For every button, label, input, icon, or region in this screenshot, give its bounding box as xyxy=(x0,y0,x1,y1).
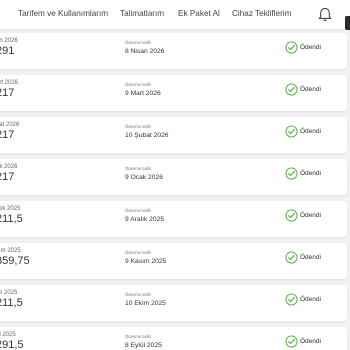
invoice-row[interactable]: bat 2026217 Ödenme tarihi 10 Şubat 2026 Öde… xyxy=(0,117,347,153)
invoice-amount: 211,5 xyxy=(0,297,23,309)
invoice-amount: 211,5 xyxy=(0,213,23,225)
paid-status-label: Ödendi xyxy=(300,128,321,135)
paid-status-label: Ödendi xyxy=(300,170,321,177)
invoice-period: ak 2026 xyxy=(0,164,18,170)
paid-date-value: 8 Eylül 2025 xyxy=(125,342,162,349)
top-navigation: Tarifem ve Kullanımlarım Talimatlarım Ek… xyxy=(0,0,350,30)
paid-date-label: Ödenme tarihi xyxy=(125,166,152,171)
bell-icon[interactable] xyxy=(318,7,332,22)
paid-status-label: Ödendi xyxy=(300,44,321,51)
invoice-row[interactable]: art 2026217 Ödenme tarihi 9 Mart 2026 Ödend… xyxy=(0,75,347,111)
paid-date-value: 8 Nisan 2026 xyxy=(125,48,165,55)
scroll-indicator xyxy=(345,16,350,30)
invoice-amount: 291 xyxy=(0,45,15,57)
paid-status-label: Ödendi xyxy=(300,254,321,261)
paid-date-value: 10 Şubat 2026 xyxy=(125,132,169,139)
paid-date-label: Ödenme tarihi xyxy=(125,82,152,87)
paid-date-value: 9 Mart 2026 xyxy=(125,90,161,97)
paid-date-label: Ödenme tarihi xyxy=(125,124,152,129)
invoice-amount: 359,75 xyxy=(0,255,30,267)
invoice-period: im 2025 xyxy=(0,290,18,296)
invoice-amount: 217 xyxy=(0,87,15,99)
paid-status-label: Ödendi xyxy=(300,296,321,303)
invoice-period: an 2026 xyxy=(0,38,18,44)
invoice-row[interactable]: alık 2025211,5 Ödenme tarihi 9 Aralık 2025… xyxy=(0,201,347,237)
invoice-period: ül 2025 xyxy=(0,332,16,338)
paid-date-value: 9 Ocak 2026 xyxy=(125,174,163,181)
check-circle-icon xyxy=(285,83,298,96)
invoice-period: alık 2025 xyxy=(0,206,21,212)
check-circle-icon xyxy=(285,293,298,306)
check-circle-icon xyxy=(285,125,298,138)
paid-date-value: 10 Ekim 2025 xyxy=(125,300,166,307)
invoice-period: art 2026 xyxy=(0,80,19,86)
nav-item-instructions[interactable]: Talimatlarım xyxy=(120,9,164,18)
check-circle-icon xyxy=(285,167,298,180)
nav-item-extra-package[interactable]: Ek Paket Al xyxy=(178,9,220,18)
paid-date-label: Ödenme tarihi xyxy=(125,334,152,339)
paid-date-label: Ödenme tarihi xyxy=(125,208,152,213)
paid-date-label: Ödenme tarihi xyxy=(125,40,152,45)
check-circle-icon xyxy=(285,209,298,222)
paid-date-value: 9 Aralık 2025 xyxy=(125,216,165,223)
invoice-row[interactable]: ak 2026217 Ödenme tarihi 9 Ocak 2026 Ödendi xyxy=(0,159,347,195)
invoice-period: bat 2026 xyxy=(0,122,20,128)
invoice-row[interactable]: an 2026291 Ödenme tarihi 8 Nisan 2026 Ödend… xyxy=(0,33,347,69)
paid-date-label: Ödenme tarihi xyxy=(125,292,152,297)
invoice-amount: 217 xyxy=(0,129,15,141)
paid-date-value: 9 Kasım 2025 xyxy=(125,258,167,265)
nav-item-tariff-usage[interactable]: Tarifem ve Kullanımlarım xyxy=(18,9,108,18)
paid-date-label: Ödenme tarihi xyxy=(125,250,152,255)
check-circle-icon xyxy=(285,41,298,54)
check-circle-icon xyxy=(285,251,298,264)
paid-status-label: Ödendi xyxy=(300,338,321,345)
invoice-period: sım 2025 xyxy=(0,248,21,254)
invoice-row[interactable]: sım 2025359,75 Ödenme tarihi 9 Kasım 2025 Ö… xyxy=(0,243,347,279)
invoice-row[interactable]: im 2025211,5 Ödenme tarihi 10 Ekim 2025 Öde… xyxy=(0,285,347,321)
nav-item-device-offers[interactable]: Cihaz Tekliflerim xyxy=(232,9,291,18)
invoice-amount: 291,5 xyxy=(0,339,24,350)
paid-status-label: Ödendi xyxy=(300,212,321,219)
check-circle-icon xyxy=(285,335,298,348)
invoice-amount: 217 xyxy=(0,171,15,183)
invoice-row[interactable]: ül 2025291,5 Ödenme tarihi 8 Eylül 2025 Öde… xyxy=(0,327,347,350)
paid-status-label: Ödendi xyxy=(300,86,321,93)
